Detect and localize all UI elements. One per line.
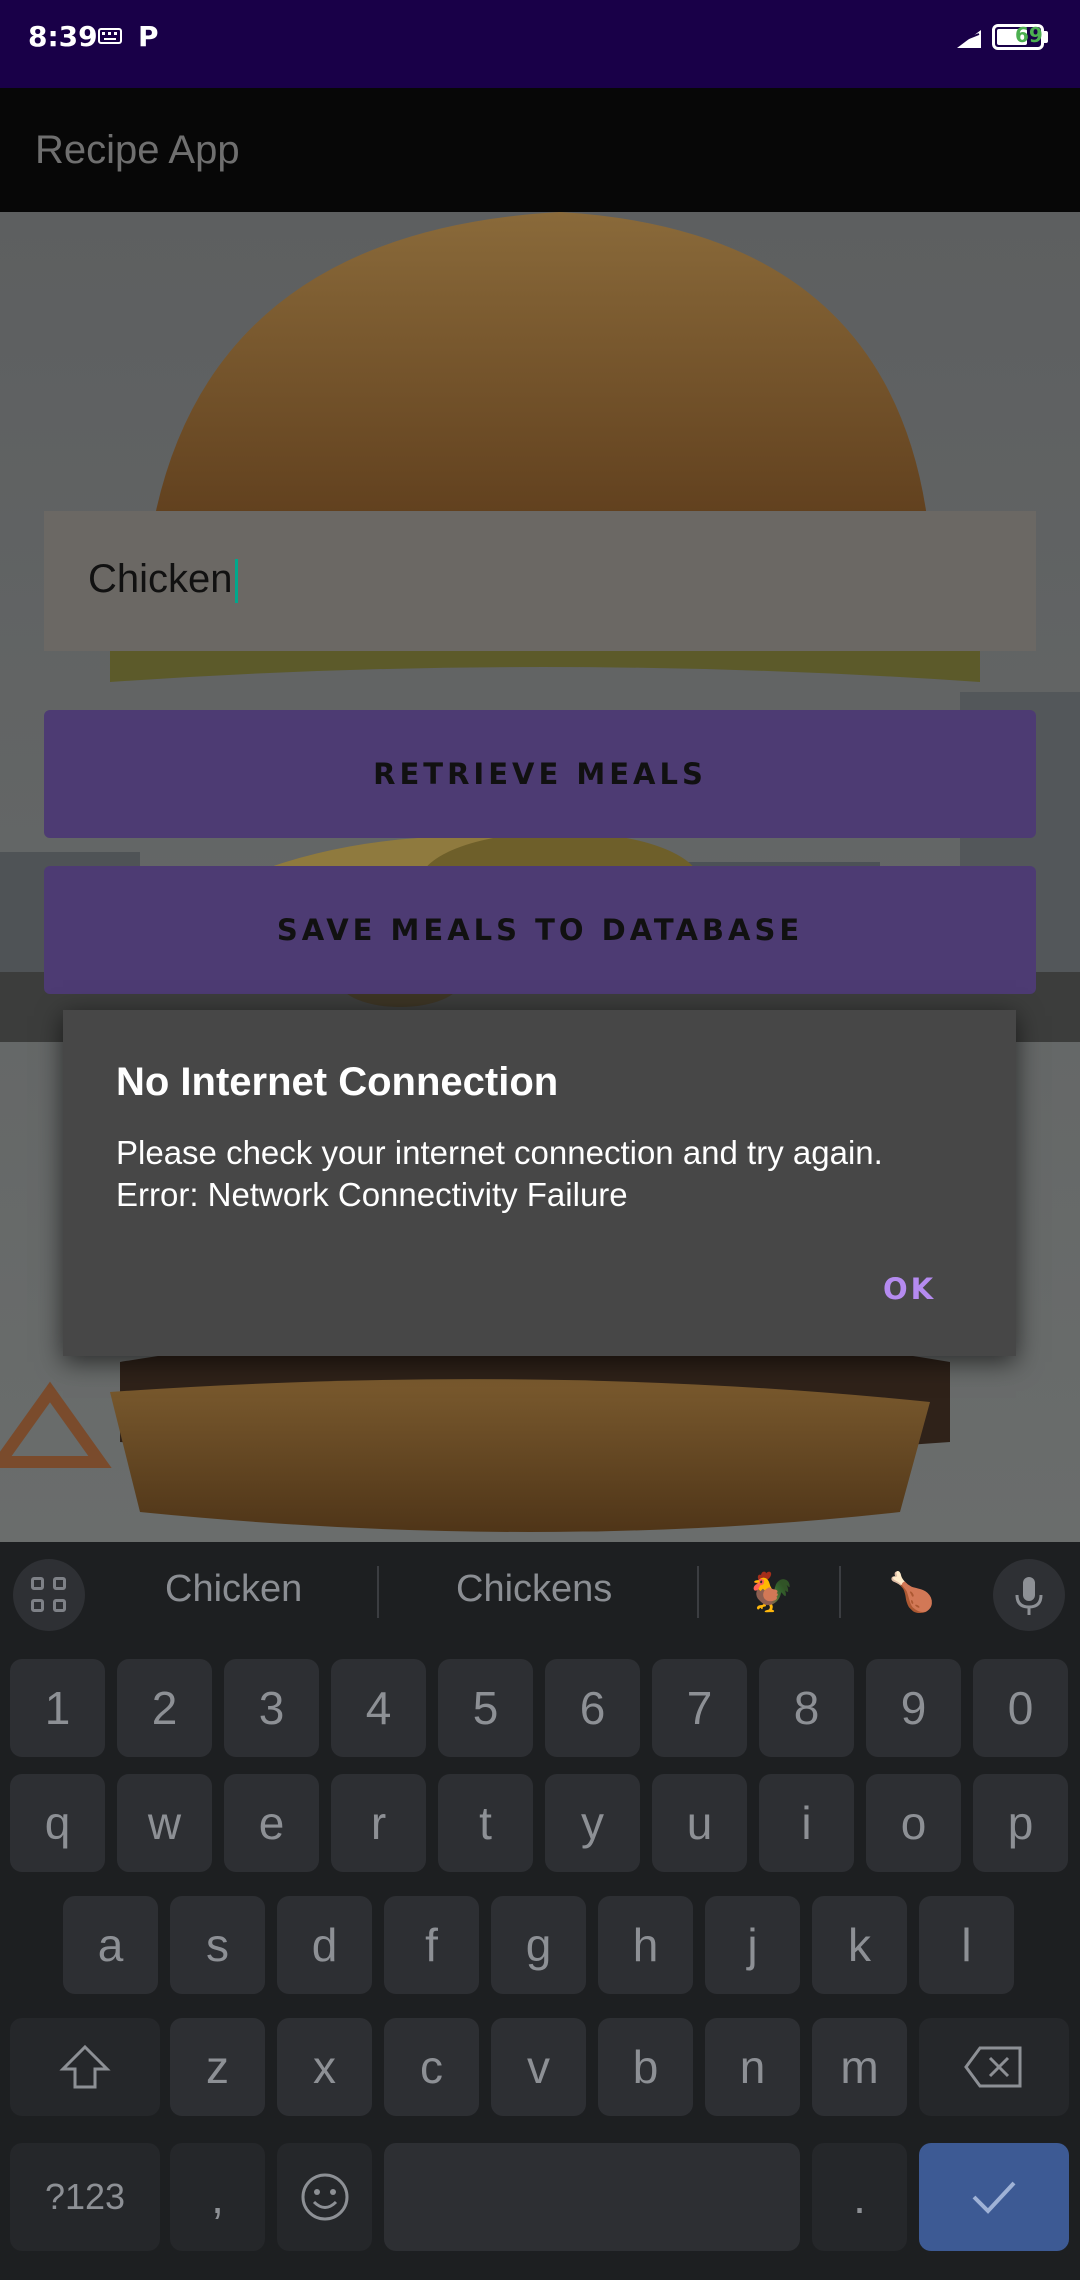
period-key[interactable]: . [812, 2143, 907, 2251]
key-4[interactable]: 4 [331, 1659, 426, 1757]
shift-key[interactable] [10, 2018, 160, 2116]
key-f[interactable]: f [384, 1896, 479, 1994]
keyboard-status-icon [98, 28, 122, 44]
comma-key[interactable]: , [170, 2143, 265, 2251]
key-9[interactable]: 9 [866, 1659, 961, 1757]
key-m[interactable]: m [812, 2018, 907, 2116]
key-5[interactable]: 5 [438, 1659, 533, 1757]
key-c[interactable]: c [384, 2018, 479, 2116]
key-h[interactable]: h [598, 1896, 693, 1994]
emoji-key[interactable] [277, 2143, 372, 2251]
drumstick-emoji-suggestion[interactable]: 🍗 [888, 1570, 935, 1615]
key-q[interactable]: q [10, 1774, 105, 1872]
battery-tip [1043, 31, 1048, 43]
key-6[interactable]: 6 [545, 1659, 640, 1757]
suggestion-bar: Chicken Chickens 🐓 🍗 [0, 1542, 1080, 1642]
key-g[interactable]: g [491, 1896, 586, 1994]
key-k[interactable]: k [812, 1896, 907, 1994]
key-3[interactable]: 3 [224, 1659, 319, 1757]
suggestion-divider [697, 1566, 699, 1618]
smiley-icon [301, 2173, 348, 2221]
backspace-key[interactable] [919, 2018, 1069, 2116]
key-b[interactable]: b [598, 2018, 693, 2116]
backspace-icon [964, 2046, 1022, 2088]
key-7[interactable]: 7 [652, 1659, 747, 1757]
key-u[interactable]: u [652, 1774, 747, 1872]
meal-search-input[interactable]: Chicken [44, 511, 1036, 651]
enter-key[interactable] [919, 2143, 1069, 2251]
suggestion-1[interactable]: Chicken [165, 1568, 302, 1611]
key-o[interactable]: o [866, 1774, 961, 1872]
key-1[interactable]: 1 [10, 1659, 105, 1757]
key-v[interactable]: v [491, 2018, 586, 2116]
key-e[interactable]: e [224, 1774, 319, 1872]
key-i[interactable]: i [759, 1774, 854, 1872]
text-cursor [234, 559, 238, 604]
dialog-message-line2: Error: Network Connectivity Failure [116, 1176, 628, 1213]
signal-icon [957, 30, 981, 48]
key-n[interactable]: n [705, 2018, 800, 2116]
checkmark-icon [972, 2181, 1016, 2214]
rooster-emoji-suggestion[interactable]: 🐓 [747, 1570, 794, 1615]
battery-icon: 69 [992, 23, 1044, 50]
status-bar: 8:39 P 69 [0, 0, 1080, 88]
key-s[interactable]: s [170, 1896, 265, 1994]
key-t[interactable]: t [438, 1774, 533, 1872]
app-bar: Recipe App [0, 88, 1080, 212]
key-z[interactable]: z [170, 2018, 265, 2116]
space-bar[interactable] [384, 2143, 800, 2251]
status-time: 8:39 [28, 20, 98, 53]
key-l[interactable]: l [919, 1896, 1014, 1994]
key-d[interactable]: d [277, 1896, 372, 1994]
symbols-key[interactable]: ?123 [10, 2143, 160, 2251]
microphone-icon[interactable] [993, 1559, 1065, 1631]
key-p[interactable]: p [973, 1774, 1068, 1872]
suggestion-divider [377, 1566, 379, 1618]
retrieve-meals-button[interactable]: RETRIEVE MEALS [44, 710, 1036, 838]
soft-keyboard: Chicken Chickens 🐓 🍗 1 2 3 4 5 6 7 8 9 0… [0, 1542, 1080, 2280]
parking-app-icon: P [138, 20, 159, 53]
suggestion-divider [839, 1566, 841, 1618]
key-w[interactable]: w [117, 1774, 212, 1872]
keyboard-menu-grid-icon[interactable] [13, 1559, 85, 1631]
shift-icon [59, 2044, 111, 2089]
key-2[interactable]: 2 [117, 1659, 212, 1757]
dialog-message: Please check your internet connection an… [116, 1132, 976, 1216]
save-meals-to-database-button[interactable]: SAVE MEALS TO DATABASE [44, 866, 1036, 994]
key-8[interactable]: 8 [759, 1659, 854, 1757]
key-x[interactable]: x [277, 2018, 372, 2116]
key-0[interactable]: 0 [973, 1659, 1068, 1757]
app-title: Recipe App [35, 128, 240, 172]
dialog-message-line1: Please check your internet connection an… [116, 1134, 883, 1171]
key-r[interactable]: r [331, 1774, 426, 1872]
battery-level: 69 [1015, 23, 1043, 47]
key-y[interactable]: y [545, 1774, 640, 1872]
suggestion-2[interactable]: Chickens [456, 1568, 612, 1611]
search-input-value[interactable]: Chicken [88, 557, 238, 604]
key-a[interactable]: a [63, 1896, 158, 1994]
key-j[interactable]: j [705, 1896, 800, 1994]
no-internet-dialog: No Internet Connection Please check your… [63, 1010, 1016, 1356]
dialog-ok-button[interactable]: OK [883, 1272, 936, 1306]
dialog-title: No Internet Connection [116, 1060, 559, 1104]
